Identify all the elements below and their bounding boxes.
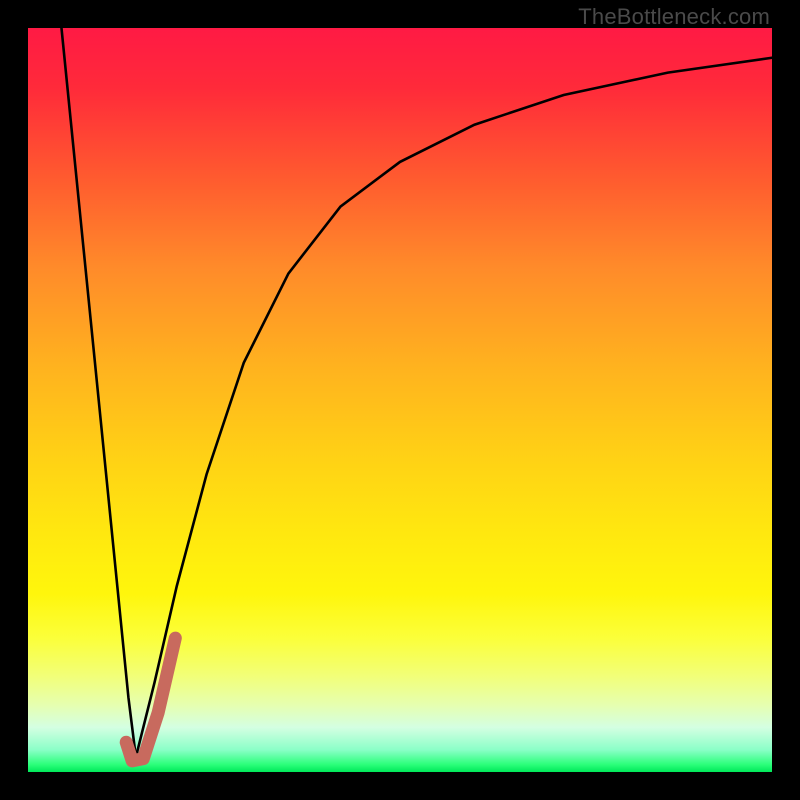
plot-area <box>28 28 772 772</box>
left-line-curve <box>61 28 135 757</box>
right-rising-curve <box>136 58 772 757</box>
chart-frame: TheBottleneck.com <box>0 0 800 800</box>
watermark-text: TheBottleneck.com <box>578 4 770 30</box>
curves-svg <box>28 28 772 772</box>
